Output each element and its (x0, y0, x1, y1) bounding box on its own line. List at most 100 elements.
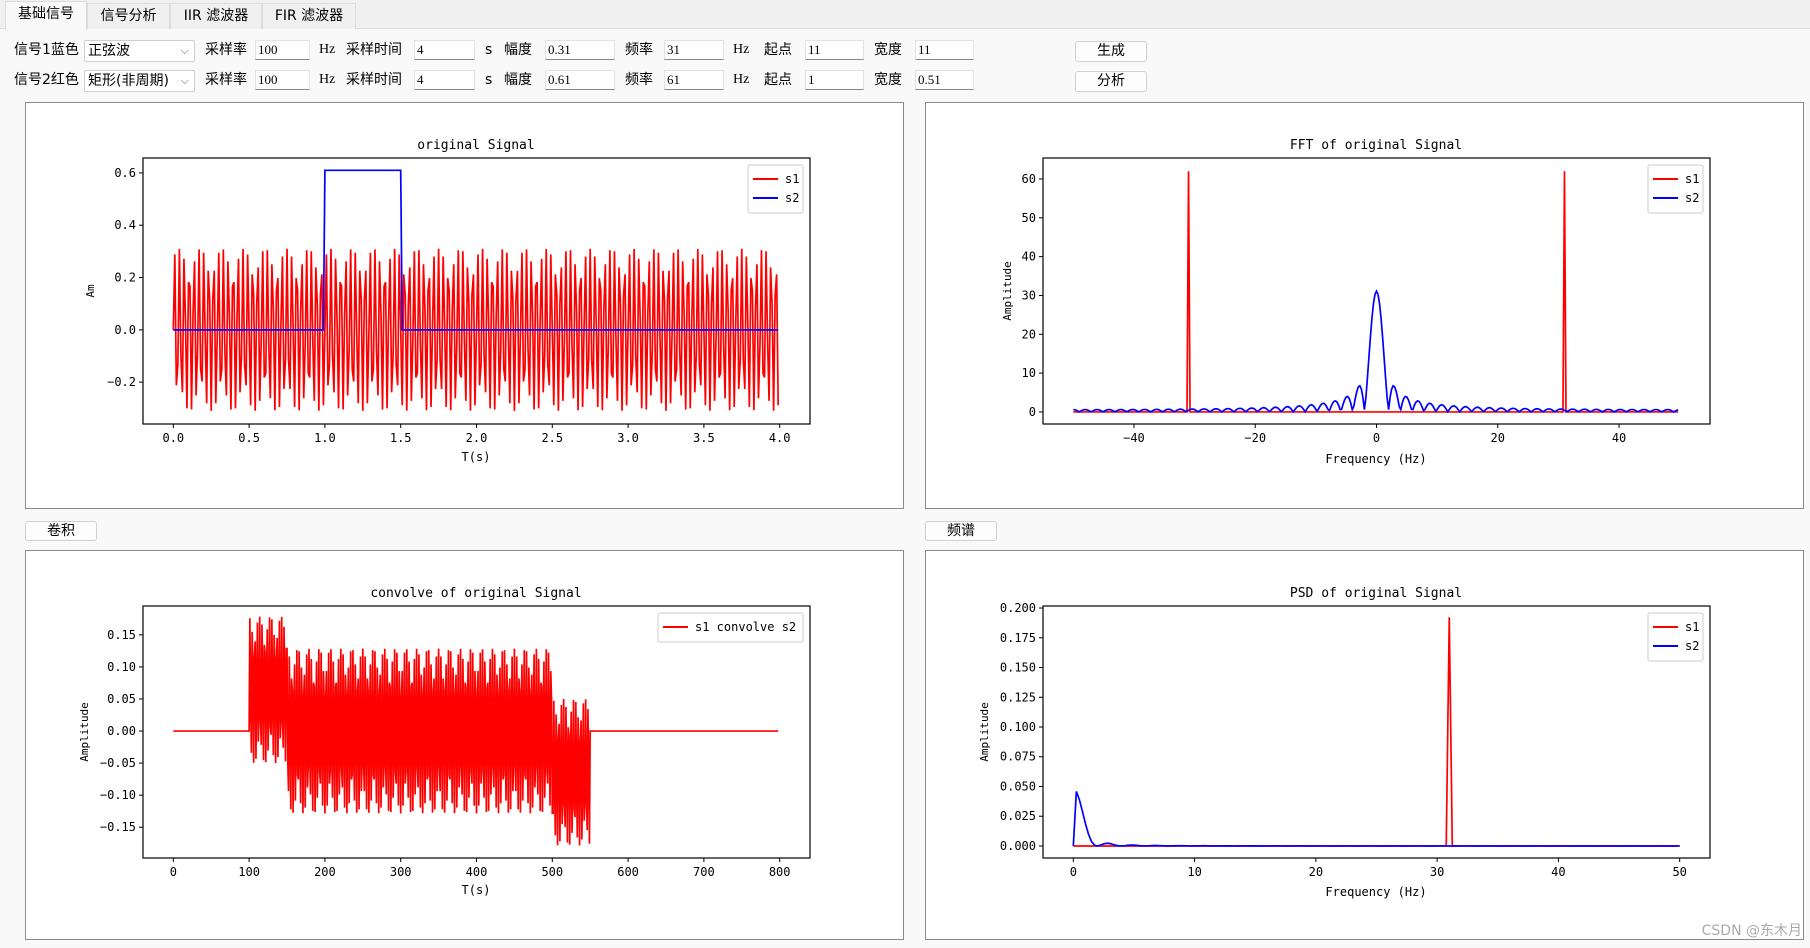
x-tick-label: 600 (617, 865, 639, 879)
signal2-waveform-value: 矩形(非周期) (88, 73, 169, 89)
psd-chart: PSD of original Signal Frequency (Hz) Am… (978, 586, 1711, 899)
convolve-panel: convolve of original Signal T(s) Amplitu… (25, 550, 904, 940)
plot-lines (1072, 617, 1680, 847)
x-tick-label: 4.0 (769, 431, 791, 445)
x-tick-label: 1.0 (314, 431, 336, 445)
signal2-duration-unit: s (485, 72, 493, 88)
analyze-button[interactable]: 分析 (1075, 71, 1147, 92)
convolve-chart: convolve of original Signal T(s) Amplitu… (78, 586, 811, 897)
y-tick-label: 0.150 (1000, 661, 1036, 675)
y-tick-label: 0.05 (107, 692, 136, 706)
y-tick-label: 0.200 (1000, 601, 1036, 615)
signal1-duration-unit: s (485, 42, 493, 58)
x-tick-label: 700 (693, 865, 715, 879)
tab-basic-signal[interactable]: 基础信号 (5, 1, 87, 30)
series-line-s2 (1073, 289, 1679, 414)
generate-button[interactable]: 生成 (1075, 41, 1147, 62)
signal1-freq-label: 频率 (625, 42, 653, 58)
tab-bar: 基础信号 信号分析 IIR 滤波器 FIR 滤波器 (0, 0, 1810, 30)
chevron-down-icon: ⌵ (180, 44, 189, 57)
chart-title: PSD of original Signal (1290, 586, 1462, 601)
legend-label: s1 (1685, 172, 1699, 186)
x-tick-label: 200 (314, 865, 336, 879)
original-signal-chart: original Signal T(s) Am 0.0 0.5 1.0 1.5 2.0 2… (84, 138, 811, 464)
signal2-amp-label: 幅度 (504, 72, 532, 88)
spectrum-button[interactable]: 频谱 (925, 521, 997, 541)
chart-title: original Signal (417, 138, 534, 153)
y-tick-label: 0.00 (107, 724, 136, 738)
legend-label: s1 (1685, 620, 1699, 634)
plot-lines (173, 616, 779, 846)
y-tick-label: 0.125 (1000, 690, 1036, 704)
signal2-label: 信号2红色 (14, 72, 79, 88)
convolve-button[interactable]: 卷积 (25, 521, 97, 541)
signal2-start-input[interactable]: 1 (805, 70, 864, 90)
signal2-amp-input[interactable]: 0.61 (545, 70, 615, 90)
signal1-amp-input[interactable]: 0.31 (545, 40, 615, 60)
signal2-fs-label: 采样率 (205, 72, 247, 88)
signal1-width-label: 宽度 (874, 42, 902, 58)
legend-label: s1 convolve s2 (695, 620, 796, 634)
x-tick-label: −40 (1123, 431, 1145, 445)
x-axis-label: T(s) (462, 883, 491, 897)
signal2-freq-unit: Hz (733, 72, 750, 87)
y-tick-label: 0.025 (1000, 809, 1036, 823)
y-tick-label: 0.0 (114, 323, 136, 337)
signal2-duration-input[interactable]: 4 (414, 70, 475, 90)
signal2-duration-label: 采样时间 (346, 72, 402, 88)
x-tick-label: 300 (390, 865, 412, 879)
x-tick-label: 10 (1187, 865, 1201, 879)
signal1-amp-label: 幅度 (504, 42, 532, 58)
signal1-fs-label: 采样率 (205, 42, 247, 58)
y-tick-label: 0.10 (107, 660, 136, 674)
signal1-waveform-select[interactable]: 正弦波 ⌵ (84, 40, 195, 62)
y-tick-label: 10 (1022, 366, 1036, 380)
y-axis-label: Amplitude (978, 702, 991, 762)
signal1-start-input[interactable]: 11 (805, 40, 864, 60)
signal1-label: 信号1蓝色 (14, 42, 79, 58)
x-tick-label: 3.0 (617, 431, 639, 445)
y-tick-label: −0.05 (100, 756, 136, 770)
signal2-fs-input[interactable]: 100 (255, 70, 310, 90)
tab-iir-filter[interactable]: IIR 滤波器 (170, 3, 262, 29)
y-tick-label: 20 (1022, 327, 1036, 341)
y-axis-label: Amplitude (1001, 261, 1014, 321)
signal2-width-input[interactable]: 0.51 (915, 70, 974, 90)
tab-signal-analysis[interactable]: 信号分析 (87, 3, 170, 29)
x-tick-label: 100 (238, 865, 260, 879)
tab-fir-filter[interactable]: FIR 滤波器 (262, 3, 356, 29)
legend-label: s1 (785, 172, 799, 186)
y-tick-label: 50 (1022, 211, 1036, 225)
signal2-start-label: 起点 (764, 72, 792, 88)
chart-title: FFT of original Signal (1290, 138, 1462, 153)
plot-lines (1073, 171, 1679, 414)
watermark: CSDN @东木月 (1701, 923, 1802, 939)
legend-label: s2 (785, 191, 799, 205)
x-tick-label: 800 (769, 865, 791, 879)
signal1-freq-input[interactable]: 31 (664, 40, 724, 60)
x-tick-label: −20 (1244, 431, 1266, 445)
plot-lines (172, 169, 780, 411)
x-tick-label: 3.5 (693, 431, 715, 445)
original-signal-panel: original Signal T(s) Am 0.0 0.5 1.0 1.5 2.0 2… (25, 102, 904, 509)
signal2-waveform-select[interactable]: 矩形(非周期) ⌵ (84, 70, 195, 92)
y-tick-label: −0.15 (100, 820, 136, 834)
x-tick-label: 0 (1070, 865, 1077, 879)
signal2-freq-input[interactable]: 61 (664, 70, 724, 90)
y-tick-label: 0.050 (1000, 779, 1036, 793)
series-line-s2 (1072, 791, 1680, 847)
x-tick-label: 20 (1309, 865, 1323, 879)
y-tick-label: −0.10 (100, 788, 136, 802)
y-tick-label: 0 (1029, 405, 1036, 419)
signal1-duration-label: 采样时间 (346, 42, 402, 58)
y-tick-label: 0.4 (114, 218, 136, 232)
y-tick-label: 0.075 (1000, 750, 1036, 764)
signal1-duration-input[interactable]: 4 (414, 40, 475, 60)
signal1-fs-input[interactable]: 100 (255, 40, 310, 60)
axes-frame (1042, 605, 1711, 859)
chart-title: convolve of original Signal (370, 586, 581, 601)
legend: s1s2 (1647, 164, 1704, 214)
signal1-width-input[interactable]: 11 (915, 40, 974, 60)
signal1-waveform-value: 正弦波 (88, 43, 130, 59)
chevron-down-icon: ⌵ (180, 74, 189, 87)
